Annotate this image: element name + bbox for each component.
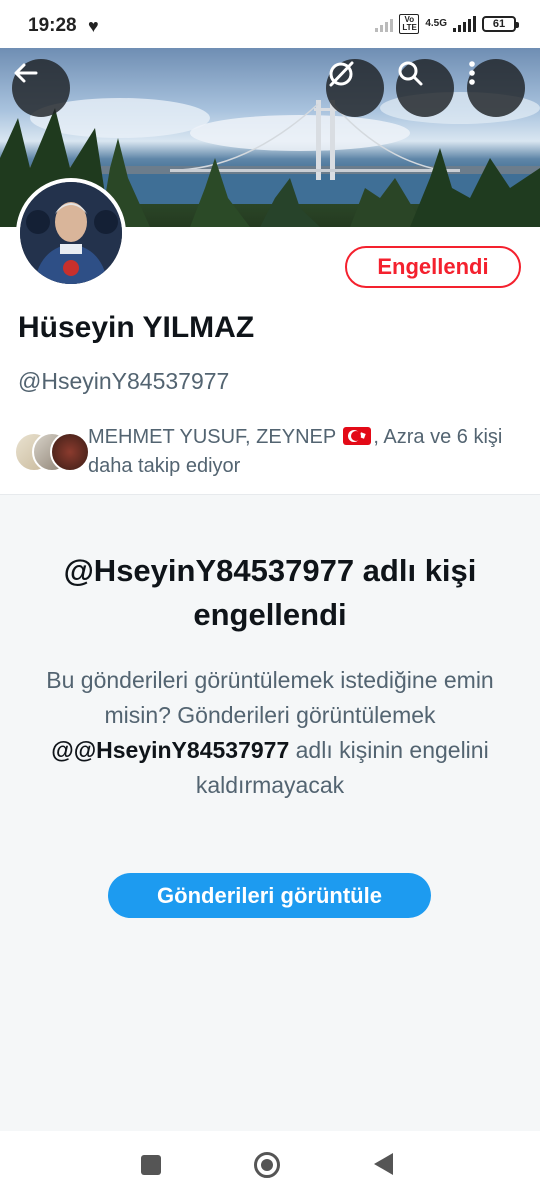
back-button[interactable] — [12, 59, 70, 117]
system-nav-bar — [0, 1131, 540, 1199]
turkey-flag-icon — [343, 427, 372, 445]
search-icon — [398, 61, 423, 86]
avatar-photo — [20, 182, 122, 284]
back-arrow-icon — [14, 63, 38, 83]
home-icon[interactable] — [254, 1152, 280, 1178]
recents-icon[interactable] — [141, 1155, 161, 1175]
network-type: 4.5G — [425, 18, 447, 29]
blocked-desc-part1: Bu gönderileri görüntülemek istediğine e… — [46, 667, 494, 728]
more-options-button[interactable] — [467, 59, 525, 117]
search-button[interactable] — [396, 59, 454, 117]
profile-handle: @HseyinY84537977 — [18, 368, 230, 394]
profile-avatar[interactable] — [16, 178, 126, 288]
signal-weak-icon — [375, 16, 394, 32]
back-triangle-icon[interactable] — [374, 1153, 393, 1175]
grok-button[interactable] — [326, 59, 384, 117]
followers-you-know-text[interactable]: MEHMET YUSUF, ZEYNEP , Azra ve 6 kişi da… — [88, 423, 528, 481]
heart-icon: ♥ — [88, 16, 99, 36]
status-indicators: Vo LTE 4.5G 61 — [375, 14, 519, 34]
profile-name: Hüseyin YILMAZ — [18, 311, 255, 344]
grok-icon — [329, 61, 354, 87]
followers-you-know-avatars[interactable] — [14, 430, 90, 472]
blocked-button[interactable]: Engellendi — [345, 246, 521, 288]
blocked-description: Bu gönderileri görüntülemek istediğine e… — [20, 663, 520, 803]
follower-avatar — [50, 432, 90, 472]
volte-icon: Vo LTE — [399, 14, 420, 34]
battery-icon: 61 — [482, 16, 519, 32]
view-posts-button[interactable]: Gönderileri görüntüle — [108, 873, 431, 918]
blocked-title: @HseyinY84537977 adlı kişi engellendi — [63, 553, 477, 632]
more-icon — [469, 61, 475, 85]
signal-icon — [453, 16, 476, 32]
status-bar: 19:28 ♥ Vo LTE 4.5G 61 — [0, 0, 540, 50]
blocked-notice-panel: @HseyinY84537977 adlı kişi engellendi Bu… — [0, 494, 540, 1132]
blocked-desc-handle: @@HseyinY84537977 — [51, 737, 290, 763]
status-time: 19:28 — [28, 15, 77, 36]
followed-by-names: MEHMET YUSUF, ZEYNEP — [88, 426, 336, 448]
